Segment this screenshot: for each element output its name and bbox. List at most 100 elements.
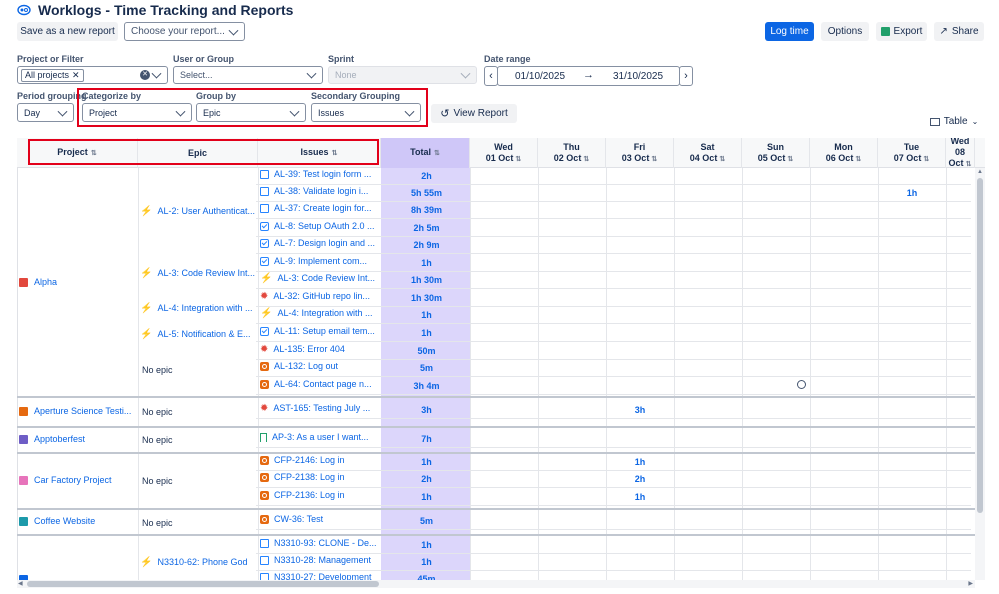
group-separator bbox=[17, 508, 976, 510]
table-row: AL-11: Setup email tem... 1h bbox=[256, 325, 971, 342]
day-cell-value[interactable]: 3h bbox=[606, 405, 674, 415]
table-row: AL-7: Design login and ... 2h 9m bbox=[256, 237, 971, 254]
project-aperture-science[interactable]: Aperture Science Testi... bbox=[19, 406, 131, 416]
issue-link[interactable]: AL-64: Contact page n... bbox=[260, 379, 372, 389]
export-label: Export bbox=[893, 26, 923, 37]
share-button[interactable]: ↗ Share bbox=[934, 22, 984, 41]
sort-icon[interactable]: ⇅ bbox=[583, 156, 589, 163]
total-column-header[interactable]: Total ⇅ bbox=[381, 138, 470, 168]
date-to-value[interactable]: 31/10/2025 bbox=[613, 71, 663, 82]
day-column-header[interactable]: Mon 06 Oct ⇅ bbox=[810, 138, 878, 168]
date-from-value[interactable]: 01/10/2025 bbox=[515, 71, 565, 82]
horizontal-scroll-left-icon[interactable]: ◀ bbox=[18, 580, 23, 587]
issue-link[interactable]: AL-9: Implement com... bbox=[260, 256, 367, 266]
day-cell-value[interactable]: 2h bbox=[606, 474, 674, 484]
sort-icon[interactable]: ⇅ bbox=[719, 156, 725, 163]
issue-link[interactable]: ✹ AL-32: GitHub repo lin... bbox=[260, 291, 370, 301]
epic-icon: ⚡ bbox=[140, 328, 153, 340]
epic-al-5[interactable]: ⚡ AL-5: Notification & E... bbox=[140, 329, 251, 339]
vertical-scrollbar[interactable]: ▲ bbox=[975, 168, 985, 580]
sort-icon[interactable]: ⇅ bbox=[923, 156, 929, 163]
secondary-grouping-select[interactable]: Issues bbox=[311, 103, 421, 122]
sort-icon[interactable]: ⇅ bbox=[651, 156, 657, 163]
issue-link[interactable]: ⚡ AL-3: Code Review Int... bbox=[260, 273, 375, 283]
vertical-scroll-up-icon[interactable]: ▲ bbox=[977, 169, 983, 175]
export-button[interactable]: Export bbox=[876, 22, 927, 41]
sort-icon[interactable]: ⇅ bbox=[434, 150, 440, 157]
issue-link[interactable]: AL-39: Test login form ... bbox=[260, 169, 371, 179]
log-time-button[interactable]: Log time bbox=[765, 22, 814, 41]
project-car-factory[interactable]: Car Factory Project bbox=[19, 475, 112, 485]
issue-link[interactable]: ✹ AST-165: Testing July ... bbox=[260, 403, 370, 413]
issue-link[interactable]: AL-37: Create login for... bbox=[260, 203, 372, 213]
row-total: 1h bbox=[421, 540, 432, 550]
horizontal-scroll-thumb[interactable] bbox=[27, 581, 379, 587]
issue-link[interactable]: N3310-28: Management bbox=[260, 555, 371, 565]
day-of-week: Tue bbox=[903, 141, 920, 152]
row-total: 2h bbox=[421, 171, 432, 181]
save-as-new-report-button[interactable]: Save as a new report bbox=[17, 22, 118, 41]
issue-link[interactable]: CFP-2138: Log in bbox=[260, 472, 345, 482]
vertical-scroll-thumb[interactable] bbox=[977, 178, 983, 513]
app-logo-icon bbox=[17, 4, 31, 16]
project-filter-tag[interactable]: All projects ✕ bbox=[21, 68, 84, 82]
issue-link[interactable]: CFP-2136: Log in bbox=[260, 490, 345, 500]
project-coffee-website[interactable]: Coffee Website bbox=[19, 516, 95, 526]
sort-icon[interactable]: ⇅ bbox=[787, 156, 793, 163]
issue-title: AL-4: Integration with ... bbox=[277, 308, 373, 318]
epic-al-3[interactable]: ⚡ AL-3: Code Review Int... bbox=[140, 268, 255, 278]
issue-link[interactable]: N3310-93: CLONE - De... bbox=[260, 538, 377, 548]
categorize-by-select[interactable]: Project bbox=[82, 103, 192, 122]
day-column-header[interactable]: Fri 03 Oct ⇅ bbox=[606, 138, 674, 168]
epic-al-2[interactable]: ⚡ AL-2: User Authenticat... bbox=[140, 206, 255, 216]
date-prev-button[interactable]: ‹ bbox=[484, 66, 498, 86]
project-alpha[interactable]: Alpha bbox=[19, 277, 57, 287]
remove-tag-icon[interactable]: ✕ bbox=[72, 70, 80, 81]
issue-link[interactable]: CFP-2146: Log in bbox=[260, 455, 345, 465]
issue-link[interactable]: CW-36: Test bbox=[260, 514, 323, 524]
day-cell-value[interactable]: 1h bbox=[878, 188, 946, 198]
issue-link[interactable]: AL-132: Log out bbox=[260, 361, 338, 371]
group-by-select[interactable]: Epic bbox=[196, 103, 306, 122]
project-apptoberfest[interactable]: Apptoberfest bbox=[19, 434, 85, 444]
day-date: 01 Oct ⇅ bbox=[485, 152, 522, 163]
period-grouping-select[interactable]: Day bbox=[17, 103, 74, 122]
issue-link[interactable]: AL-8: Setup OAuth 2.0 ... bbox=[260, 221, 375, 231]
day-date: 06 Oct ⇅ bbox=[825, 152, 862, 163]
issue-link[interactable]: AL-11: Setup email tem... bbox=[260, 326, 375, 336]
day-column-header[interactable]: Sat 04 Oct ⇅ bbox=[674, 138, 742, 168]
issue-link[interactable]: ⚡ AL-4: Integration with ... bbox=[260, 308, 373, 318]
view-report-button[interactable]: ↺ View Report bbox=[431, 104, 517, 123]
task-icon bbox=[260, 256, 269, 266]
issue-link[interactable]: AP-3: As a user I want... bbox=[260, 432, 369, 442]
date-range-field[interactable]: 01/10/2025 → 31/10/2025 bbox=[497, 66, 680, 86]
date-next-button[interactable]: › bbox=[679, 66, 693, 86]
epic-al-4[interactable]: ⚡ AL-4: Integration with ... bbox=[140, 303, 253, 313]
sort-icon[interactable]: ⇅ bbox=[966, 161, 972, 168]
day-column-header[interactable]: Sun 05 Oct ⇅ bbox=[742, 138, 810, 168]
choose-report-select[interactable]: Choose your report... bbox=[124, 22, 245, 41]
day-column-header[interactable]: Tue 07 Oct ⇅ bbox=[878, 138, 946, 168]
day-column-header[interactable]: Wed 08 Oct ⇅ bbox=[946, 138, 975, 168]
comment-icon[interactable] bbox=[797, 380, 806, 389]
issue-link[interactable]: ✹ AL-135: Error 404 bbox=[260, 344, 345, 354]
project-filter-select[interactable]: All projects ✕ ✕ bbox=[17, 66, 168, 84]
issue-link[interactable]: AL-7: Design login and ... bbox=[260, 238, 375, 248]
horizontal-scrollbar[interactable]: ◀ ▶ bbox=[17, 580, 975, 588]
epic-n3310-62[interactable]: ⚡ N3310-62: Phone God bbox=[140, 557, 248, 567]
total-header-label: Total ⇅ bbox=[410, 147, 440, 157]
sort-icon[interactable]: ⇅ bbox=[515, 156, 521, 163]
table-view-toggle[interactable]: Table ⌄ bbox=[924, 112, 984, 131]
day-cell-value[interactable]: 1h bbox=[606, 492, 674, 502]
user-filter-select[interactable]: Select... bbox=[173, 66, 323, 84]
day-column-header[interactable]: Wed 01 Oct ⇅ bbox=[470, 138, 538, 168]
epic-icon: ⚡ bbox=[140, 267, 153, 279]
horizontal-scroll-right-icon[interactable]: ▶ bbox=[968, 580, 973, 587]
day-cell-value[interactable]: 1h bbox=[606, 457, 674, 467]
options-button[interactable]: Options bbox=[821, 22, 869, 41]
day-column-header[interactable]: Thu 02 Oct ⇅ bbox=[538, 138, 606, 168]
issue-link[interactable]: AL-38: Validate login i... bbox=[260, 186, 368, 196]
clear-icon[interactable]: ✕ bbox=[140, 70, 150, 80]
sort-icon[interactable]: ⇅ bbox=[855, 156, 861, 163]
page-title: Worklogs - Time Tracking and Reports bbox=[38, 2, 294, 18]
